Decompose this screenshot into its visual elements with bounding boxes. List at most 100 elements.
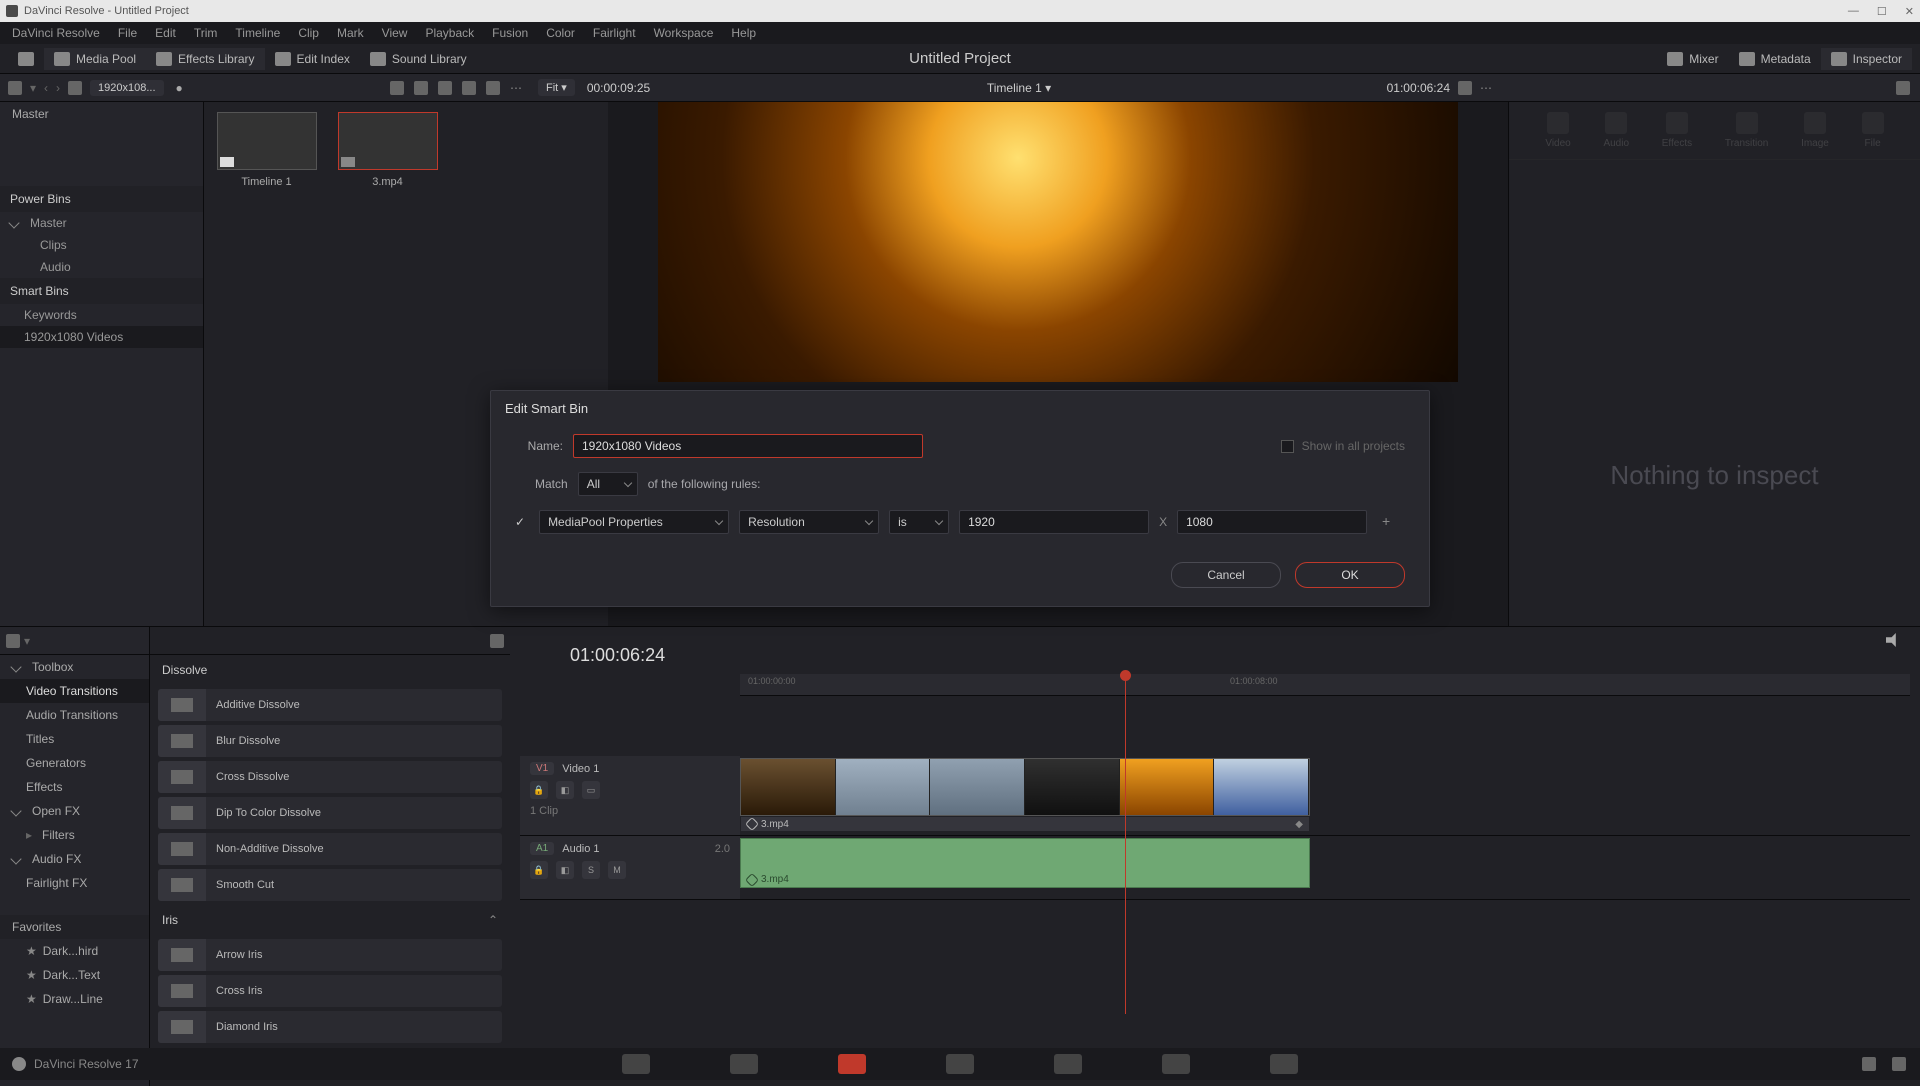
track-badge[interactable]: A1: [530, 842, 554, 855]
panel-icon[interactable]: [6, 634, 20, 648]
power-bin-audio[interactable]: Audio: [0, 256, 203, 278]
maximize-icon[interactable]: ☐: [1877, 5, 1887, 18]
breadcrumb[interactable]: 1920x108...: [90, 80, 164, 96]
fx-item[interactable]: Dip To Color Dissolve: [158, 797, 502, 829]
smart-bin-videos[interactable]: 1920x1080 Videos: [0, 326, 203, 348]
menu-item[interactable]: Playback: [417, 24, 482, 42]
fx-favorite[interactable]: ★Draw...Line: [0, 987, 149, 1011]
speaker-icon[interactable]: [1886, 633, 1900, 647]
chevron-down-icon[interactable]: ▾: [30, 81, 36, 95]
mediapool-button[interactable]: Media Pool: [44, 48, 146, 70]
gear-icon[interactable]: [1892, 1057, 1906, 1071]
fx-item[interactable]: Additive Dissolve: [158, 689, 502, 721]
page-fairlight[interactable]: [1162, 1054, 1190, 1074]
edit-index-button[interactable]: Edit Index: [265, 48, 360, 70]
field-select[interactable]: Resolution: [739, 510, 879, 534]
menu-item[interactable]: View: [374, 24, 416, 42]
audio-clip[interactable]: 3.mp4: [740, 838, 1310, 888]
menu-item[interactable]: Edit: [147, 24, 184, 42]
menu-item[interactable]: Help: [723, 24, 764, 42]
fx-generators[interactable]: Generators: [0, 751, 149, 775]
page-deliver[interactable]: [1270, 1054, 1298, 1074]
cancel-button[interactable]: Cancel: [1171, 562, 1281, 588]
tab-image[interactable]: Image: [1801, 112, 1829, 149]
add-rule-button[interactable]: +: [1377, 513, 1395, 531]
fx-item[interactable]: Blur Dissolve: [158, 725, 502, 757]
nav-fwd-icon[interactable]: ›: [56, 81, 60, 95]
bypass-icon[interactable]: [1458, 81, 1472, 95]
page-media[interactable]: [622, 1054, 650, 1074]
timeline-ruler[interactable]: 01:00:00:00 01:00:08:00: [740, 674, 1910, 696]
view-list-icon[interactable]: [390, 81, 404, 95]
auto-select-icon[interactable]: ◧: [556, 861, 574, 879]
fx-effects[interactable]: Effects: [0, 775, 149, 799]
menu-item[interactable]: Fusion: [484, 24, 536, 42]
tab-video[interactable]: Video: [1545, 112, 1570, 149]
operator-select[interactable]: is: [889, 510, 949, 534]
tab-audio[interactable]: Audio: [1603, 112, 1629, 149]
ok-button[interactable]: OK: [1295, 562, 1405, 588]
effects-library-button[interactable]: Effects Library: [146, 48, 264, 70]
fullscreen-button[interactable]: [8, 48, 44, 70]
home-icon[interactable]: [1862, 1057, 1876, 1071]
show-all-checkbox[interactable]: [1281, 440, 1294, 453]
sort-icon[interactable]: [486, 81, 500, 95]
bin-master[interactable]: Master: [0, 102, 203, 126]
mute-button[interactable]: M: [608, 861, 626, 879]
mixer-button[interactable]: Mixer: [1657, 48, 1728, 70]
fx-openfx[interactable]: Open FX: [0, 799, 149, 823]
sound-library-button[interactable]: Sound Library: [360, 48, 477, 70]
menu-item[interactable]: Trim: [186, 24, 226, 42]
clip-video[interactable]: 3.mp4: [335, 112, 440, 616]
video-clip[interactable]: 3.mp4◆: [740, 758, 1310, 816]
search-icon[interactable]: [462, 81, 476, 95]
close-icon[interactable]: ✕: [1905, 5, 1914, 18]
track-badge[interactable]: V1: [530, 762, 554, 775]
match-select[interactable]: All: [578, 472, 638, 496]
auto-select-icon[interactable]: ◧: [556, 781, 574, 799]
zoom-fit[interactable]: Fit ▾: [538, 79, 575, 96]
fx-video-transitions[interactable]: Video Transitions: [0, 679, 149, 703]
search-icon[interactable]: [490, 634, 504, 648]
menu-item[interactable]: Clip: [290, 24, 327, 42]
expand-icon[interactable]: [1896, 81, 1910, 95]
minimize-icon[interactable]: —: [1848, 5, 1859, 18]
clip-timeline[interactable]: Timeline 1: [214, 112, 319, 616]
page-cut[interactable]: [730, 1054, 758, 1074]
lock-icon[interactable]: 🔒: [530, 781, 548, 799]
fx-audiofx[interactable]: Audio FX: [0, 847, 149, 871]
view-strip-icon[interactable]: [438, 81, 452, 95]
tab-transition[interactable]: Transition: [1725, 112, 1769, 149]
height-field[interactable]: [1177, 510, 1367, 534]
tab-effects[interactable]: Effects: [1662, 112, 1692, 149]
width-field[interactable]: [959, 510, 1149, 534]
property-select[interactable]: MediaPool Properties: [539, 510, 729, 534]
menu-item[interactable]: Workspace: [646, 24, 722, 42]
menu-item[interactable]: Timeline: [227, 24, 288, 42]
fx-item[interactable]: Arrow Iris: [158, 939, 502, 971]
fx-fairlight[interactable]: Fairlight FX: [0, 871, 149, 895]
fx-filters[interactable]: ▸Filters: [0, 823, 149, 847]
timeline-name[interactable]: Timeline 1 ▾: [987, 81, 1051, 95]
visibility-icon[interactable]: ▭: [582, 781, 600, 799]
metadata-button[interactable]: Metadata: [1729, 48, 1821, 70]
list-icon[interactable]: [8, 81, 22, 95]
power-bin-master[interactable]: Master: [0, 212, 203, 234]
page-fusion[interactable]: [946, 1054, 974, 1074]
view-grid-icon[interactable]: [414, 81, 428, 95]
keyframe-icon[interactable]: ◆: [1295, 819, 1303, 830]
more-icon[interactable]: ⋯: [1480, 81, 1492, 95]
fx-item[interactable]: Cross Dissolve: [158, 761, 502, 793]
inspector-button[interactable]: Inspector: [1821, 48, 1912, 70]
fx-item[interactable]: Non-Additive Dissolve: [158, 833, 502, 865]
power-bin-clips[interactable]: Clips: [0, 234, 203, 256]
rule-enabled-checkbox[interactable]: ✓: [515, 515, 525, 529]
fx-favorite[interactable]: ★Dark...hird: [0, 939, 149, 963]
nav-back-icon[interactable]: ‹: [44, 81, 48, 95]
fx-item[interactable]: Smooth Cut: [158, 869, 502, 901]
menu-item[interactable]: Fairlight: [585, 24, 644, 42]
smart-bin-keywords[interactable]: Keywords: [0, 304, 203, 326]
menu-item[interactable]: Mark: [329, 24, 372, 42]
menu-item[interactable]: Color: [538, 24, 583, 42]
solo-button[interactable]: S: [582, 861, 600, 879]
